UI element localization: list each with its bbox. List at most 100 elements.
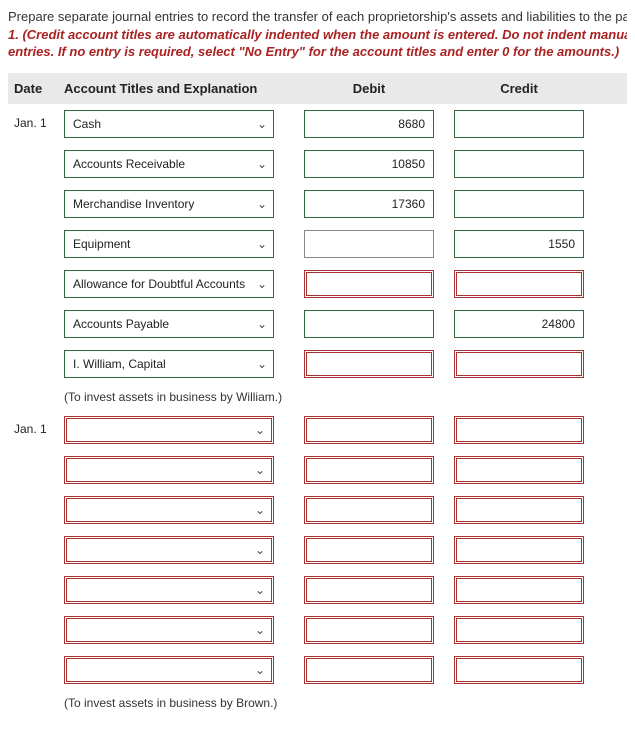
chevron-down-icon: ⌄ bbox=[257, 277, 267, 291]
instruction-line-2: 1. (Credit account titles are automatica… bbox=[8, 26, 627, 61]
credit-input[interactable] bbox=[454, 150, 584, 178]
debit-input[interactable] bbox=[304, 310, 434, 338]
table-row: Accounts Payable ⌄ 24800 bbox=[8, 304, 627, 344]
account-title-value: Merchandise Inventory bbox=[73, 197, 194, 211]
explanation-text: (To invest assets in business by William… bbox=[64, 390, 282, 404]
account-title-select[interactable]: Accounts Receivable ⌄ bbox=[64, 150, 274, 178]
account-title-value: Cash bbox=[73, 117, 101, 131]
credit-input[interactable] bbox=[454, 270, 584, 298]
account-title-select[interactable]: ⌄ bbox=[64, 416, 274, 444]
debit-input[interactable] bbox=[304, 416, 434, 444]
chevron-down-icon: ⌄ bbox=[255, 423, 265, 437]
debit-input[interactable] bbox=[304, 230, 434, 258]
header-date: Date bbox=[14, 81, 64, 96]
chevron-down-icon: ⌄ bbox=[257, 237, 267, 251]
explain-row: (To invest assets in business by Brown.) bbox=[8, 690, 627, 716]
debit-input[interactable]: 17360 bbox=[304, 190, 434, 218]
debit-input[interactable] bbox=[304, 270, 434, 298]
header-debit: Debit bbox=[294, 81, 444, 96]
date-cell bbox=[14, 150, 64, 156]
account-title-select[interactable]: ⌄ bbox=[64, 456, 274, 484]
credit-input[interactable] bbox=[454, 536, 584, 564]
table-row: Merchandise Inventory ⌄ 17360 bbox=[8, 184, 627, 224]
table-row: ⌄ bbox=[8, 450, 627, 490]
chevron-down-icon: ⌄ bbox=[257, 117, 267, 131]
debit-input[interactable] bbox=[304, 536, 434, 564]
credit-input[interactable] bbox=[454, 656, 584, 684]
credit-input[interactable]: 1550 bbox=[454, 230, 584, 258]
header-credit: Credit bbox=[444, 81, 594, 96]
chevron-down-icon: ⌄ bbox=[257, 317, 267, 331]
chevron-down-icon: ⌄ bbox=[255, 463, 265, 477]
chevron-down-icon: ⌄ bbox=[255, 583, 265, 597]
date-cell: Jan. 1 bbox=[14, 110, 64, 130]
account-title-select[interactable]: Allowance for Doubtful Accounts ⌄ bbox=[64, 270, 274, 298]
date-cell bbox=[14, 656, 64, 662]
debit-input[interactable] bbox=[304, 496, 434, 524]
chevron-down-icon: ⌄ bbox=[255, 623, 265, 637]
date-cell bbox=[14, 190, 64, 196]
account-title-select[interactable]: Accounts Payable ⌄ bbox=[64, 310, 274, 338]
account-title-value: Equipment bbox=[73, 237, 130, 251]
debit-input[interactable]: 10850 bbox=[304, 150, 434, 178]
account-title-select[interactable]: ⌄ bbox=[64, 576, 274, 604]
table-row: ⌄ bbox=[8, 650, 627, 690]
account-title-select[interactable]: ⌄ bbox=[64, 616, 274, 644]
explanation-text: (To invest assets in business by Brown.) bbox=[64, 696, 277, 710]
table-row: I. William, Capital ⌄ bbox=[8, 344, 627, 384]
credit-input[interactable] bbox=[454, 190, 584, 218]
table-row: Jan. 1 ⌄ bbox=[8, 410, 627, 450]
account-title-select[interactable]: Cash ⌄ bbox=[64, 110, 274, 138]
credit-input[interactable] bbox=[454, 110, 584, 138]
credit-input[interactable] bbox=[454, 616, 584, 644]
credit-input[interactable]: 24800 bbox=[454, 310, 584, 338]
account-title-select[interactable]: Equipment ⌄ bbox=[64, 230, 274, 258]
chevron-down-icon: ⌄ bbox=[257, 197, 267, 211]
date-cell bbox=[14, 350, 64, 356]
table-row: Equipment ⌄ 1550 bbox=[8, 224, 627, 264]
date-cell: Jan. 1 bbox=[14, 416, 64, 436]
table-row: Accounts Receivable ⌄ 10850 bbox=[8, 144, 627, 184]
account-title-select[interactable]: ⌄ bbox=[64, 536, 274, 564]
date-cell bbox=[14, 310, 64, 316]
table-row: ⌄ bbox=[8, 610, 627, 650]
date-cell bbox=[14, 270, 64, 276]
table-row: ⌄ bbox=[8, 530, 627, 570]
date-cell bbox=[14, 456, 64, 462]
chevron-down-icon: ⌄ bbox=[255, 663, 265, 677]
account-title-value: I. William, Capital bbox=[73, 357, 166, 371]
debit-input[interactable] bbox=[304, 616, 434, 644]
date-cell bbox=[14, 536, 64, 542]
table-row: ⌄ bbox=[8, 570, 627, 610]
debit-input[interactable]: 8680 bbox=[304, 110, 434, 138]
table-header: Date Account Titles and Explanation Debi… bbox=[8, 73, 627, 104]
debit-input[interactable] bbox=[304, 576, 434, 604]
date-cell bbox=[14, 576, 64, 582]
debit-input[interactable] bbox=[304, 456, 434, 484]
credit-input[interactable] bbox=[454, 456, 584, 484]
debit-input[interactable] bbox=[304, 350, 434, 378]
explain-row: (To invest assets in business by William… bbox=[8, 384, 627, 410]
account-title-value: Allowance for Doubtful Accounts bbox=[73, 277, 245, 291]
table-row: ⌄ bbox=[8, 490, 627, 530]
credit-input[interactable] bbox=[454, 496, 584, 524]
chevron-down-icon: ⌄ bbox=[255, 503, 265, 517]
date-cell bbox=[14, 230, 64, 236]
header-title: Account Titles and Explanation bbox=[64, 81, 294, 96]
chevron-down-icon: ⌄ bbox=[257, 157, 267, 171]
account-title-select[interactable]: ⌄ bbox=[64, 656, 274, 684]
account-title-value: Accounts Receivable bbox=[73, 157, 185, 171]
account-title-select[interactable]: ⌄ bbox=[64, 496, 274, 524]
account-title-select[interactable]: I. William, Capital ⌄ bbox=[64, 350, 274, 378]
chevron-down-icon: ⌄ bbox=[257, 357, 267, 371]
debit-input[interactable] bbox=[304, 656, 434, 684]
date-cell bbox=[14, 616, 64, 622]
account-title-select[interactable]: Merchandise Inventory ⌄ bbox=[64, 190, 274, 218]
credit-input[interactable] bbox=[454, 416, 584, 444]
table-row: Allowance for Doubtful Accounts ⌄ bbox=[8, 264, 627, 304]
account-title-value: Accounts Payable bbox=[73, 317, 169, 331]
instruction-line-1: Prepare separate journal entries to reco… bbox=[8, 8, 627, 26]
table-row: Jan. 1 Cash ⌄ 8680 bbox=[8, 104, 627, 144]
credit-input[interactable] bbox=[454, 350, 584, 378]
credit-input[interactable] bbox=[454, 576, 584, 604]
